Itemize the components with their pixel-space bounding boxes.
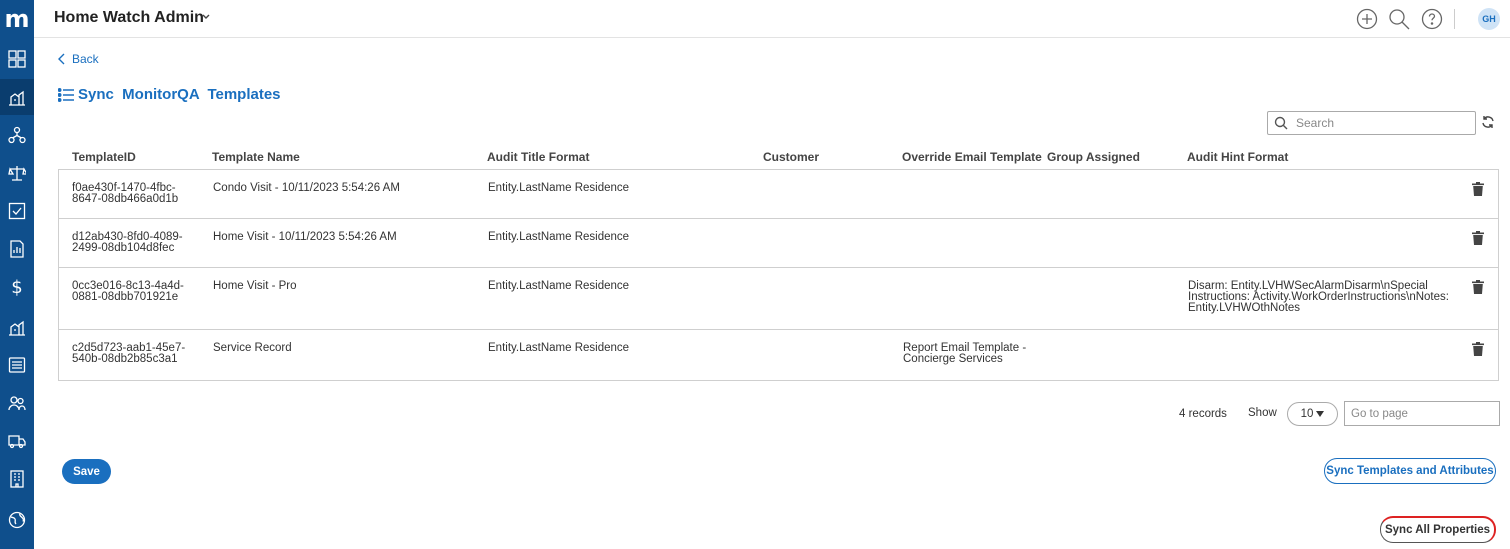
- back-link[interactable]: Back: [58, 52, 99, 66]
- show-label: Show: [1248, 407, 1277, 419]
- building-icon[interactable]: [0, 461, 34, 497]
- trash-icon[interactable]: [1472, 231, 1484, 245]
- template-name-cell: Service Record: [213, 342, 292, 354]
- search-field[interactable]: [1267, 111, 1476, 135]
- page-title: Sync MonitorQA Templates: [58, 86, 281, 103]
- refresh-icon[interactable]: [1481, 115, 1495, 129]
- template-id-cell: c2d5d723-aab1-45e7- 540b-08db2b85c3a1: [72, 342, 186, 365]
- page-size-select[interactable]: 10: [1287, 402, 1338, 426]
- checklist-icon[interactable]: [0, 193, 34, 229]
- list-icon[interactable]: [0, 347, 34, 383]
- truck-icon[interactable]: [0, 423, 34, 459]
- scale-icon[interactable]: [0, 155, 34, 191]
- app-logo[interactable]: m: [0, 0, 34, 38]
- override-email-template-cell: Report Email Template - Concierge Service…: [903, 342, 1027, 365]
- audit-title-format-cell: Entity.LastName Residence: [488, 182, 630, 194]
- chevron-down-icon[interactable]: [200, 9, 212, 21]
- search-input[interactable]: [1294, 115, 1464, 131]
- top-bar: Home Watch Admin GH: [34, 0, 1510, 38]
- column-header[interactable]: Template Name: [212, 150, 300, 164]
- properties-alt-icon[interactable]: [0, 309, 34, 345]
- template-id-cell: f0ae430f-1470-4fbc- 8647-08db466a0d1b: [72, 182, 179, 205]
- caret-down-icon: [1316, 411, 1325, 417]
- properties-icon[interactable]: [0, 79, 34, 115]
- avatar[interactable]: GH: [1478, 8, 1500, 30]
- topbar-divider: [1454, 9, 1455, 29]
- sidebar: m $: [0, 0, 34, 549]
- dollar-icon[interactable]: $: [0, 269, 34, 305]
- add-icon[interactable]: [1356, 8, 1378, 30]
- back-label: Back: [72, 52, 99, 66]
- audit-title-format-cell: Entity.LastName Residence: [488, 231, 630, 243]
- template-id-cell: 0cc3e016-8c13-4a4d- 0881-08dbb701921e: [72, 280, 184, 303]
- record-count: 4 records: [1179, 408, 1227, 420]
- table-header: TemplateID Template Name Audit Title For…: [58, 146, 1499, 168]
- search-icon: [1274, 116, 1288, 130]
- table-row: 0cc3e016-8c13-4a4d- 0881-08dbb701921e Hom…: [59, 268, 1498, 330]
- table-row: d12ab430-8fd0-4089- 2499-08db104d8fec Hom…: [59, 219, 1498, 268]
- table-row: c2d5d723-aab1-45e7- 540b-08db2b85c3a1 Ser…: [59, 330, 1498, 380]
- users-icon[interactable]: [0, 385, 34, 421]
- column-header[interactable]: Group Assigned: [1047, 150, 1140, 164]
- save-button[interactable]: Save: [62, 459, 111, 484]
- column-header[interactable]: Audit Title Format: [487, 150, 589, 164]
- page-size-value: 10: [1300, 408, 1314, 420]
- column-header[interactable]: Override Email Template: [902, 150, 1042, 164]
- dashboard-icon[interactable]: [0, 41, 34, 77]
- column-header[interactable]: TemplateID: [72, 150, 136, 164]
- template-name-cell: Home Visit - 10/11/2023 5:54:26 AM: [213, 231, 397, 243]
- template-name-cell: Home Visit - Pro: [213, 280, 297, 292]
- sync-templates-button[interactable]: Sync Templates and Attributes: [1324, 458, 1496, 484]
- help-icon[interactable]: [1421, 8, 1443, 30]
- audit-title-format-cell: Entity.LastName Residence: [488, 342, 630, 354]
- go-to-page-input[interactable]: Go to page: [1344, 401, 1500, 426]
- trash-icon[interactable]: [1472, 280, 1484, 294]
- trash-icon[interactable]: [1472, 342, 1484, 356]
- audit-hint-format-cell: Disarm: Entity.LVHWSecAlarmDisarm\nSpeci…: [1188, 280, 1449, 314]
- workflow-icon[interactable]: [0, 117, 34, 153]
- template-name-cell: Condo Visit - 10/11/2023 5:54:26 AM: [213, 182, 400, 194]
- sync-all-properties-button[interactable]: Sync All Properties: [1380, 516, 1496, 543]
- globe-icon[interactable]: [0, 502, 34, 538]
- audit-title-format-cell: Entity.LastName Residence: [488, 280, 630, 292]
- search-icon[interactable]: [1388, 8, 1410, 30]
- template-id-cell: d12ab430-8fd0-4089- 2499-08db104d8fec: [72, 231, 183, 254]
- column-header[interactable]: Customer: [763, 150, 819, 164]
- templates-table: f0ae430f-1470-4fbc- 8647-08db466a0d1b Con…: [58, 169, 1499, 381]
- table-row: f0ae430f-1470-4fbc- 8647-08db466a0d1b Con…: [59, 170, 1498, 219]
- report-icon[interactable]: [0, 231, 34, 267]
- page-title-text: Sync MonitorQA Templates: [78, 86, 281, 103]
- chevron-left-icon: [58, 53, 65, 65]
- trash-icon[interactable]: [1472, 182, 1484, 196]
- list-icon: [58, 87, 74, 102]
- app-title[interactable]: Home Watch Admin: [54, 9, 204, 27]
- column-header[interactable]: Audit Hint Format: [1187, 150, 1288, 164]
